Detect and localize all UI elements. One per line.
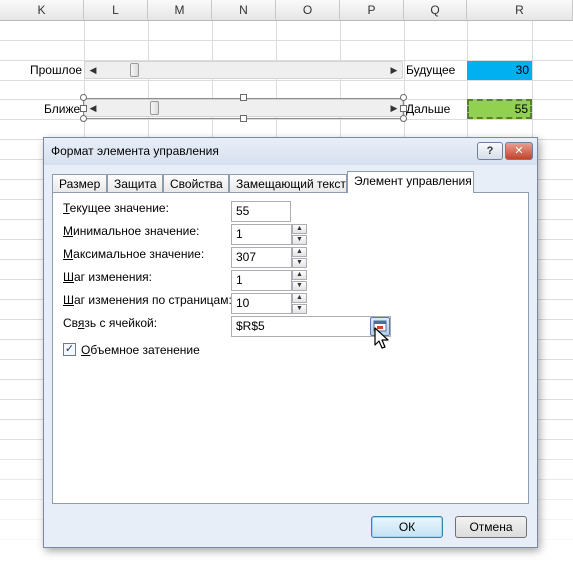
tab-alt-text[interactable]: Замещающий текст — [229, 174, 347, 193]
cancel-button[interactable]: Отмена — [455, 516, 527, 538]
spin-up-icon[interactable]: ▲ — [292, 247, 307, 257]
mouse-pointer-icon — [374, 327, 389, 349]
spin-up-icon[interactable]: ▲ — [292, 224, 307, 234]
tab-size[interactable]: Размер — [52, 174, 107, 193]
step-input[interactable]: 1 — [231, 270, 292, 291]
max-value-stepper[interactable]: ▲ ▼ — [292, 247, 307, 268]
format-control-dialog: Формат элемента управления ? ✕ Размер За… — [43, 137, 538, 548]
grid-line — [0, 40, 573, 41]
scroll-left-arrow-icon[interactable]: ◀ — [85, 62, 101, 78]
cell-r7-copied[interactable]: 55 — [467, 99, 532, 119]
spin-up-icon[interactable]: ▲ — [292, 293, 307, 303]
dialog-title: Формат элемента управления — [51, 144, 219, 158]
column-header-l[interactable]: L — [84, 0, 148, 21]
dialog-titlebar[interactable]: Формат элемента управления ? ✕ — [44, 138, 537, 165]
spin-down-icon[interactable]: ▼ — [292, 304, 307, 314]
spin-up-icon[interactable]: ▲ — [292, 270, 307, 280]
current-value-label: Текущее значение: — [63, 201, 169, 215]
spin-down-icon[interactable]: ▼ — [292, 258, 307, 268]
close-button[interactable]: ✕ — [505, 142, 533, 160]
tab-properties[interactable]: Свойства — [163, 174, 229, 193]
column-header-q[interactable]: Q — [404, 0, 467, 21]
step-stepper[interactable]: ▲ ▼ — [292, 270, 307, 291]
resize-handle[interactable] — [80, 105, 87, 112]
resize-handle[interactable] — [240, 94, 247, 101]
min-value-stepper[interactable]: ▲ ▼ — [292, 224, 307, 245]
tab-protection[interactable]: Защита — [107, 174, 163, 193]
resize-handle[interactable] — [400, 105, 407, 112]
page-step-stepper[interactable]: ▲ ▼ — [292, 293, 307, 314]
resize-handle[interactable] — [80, 115, 87, 122]
cell-k7-near-label[interactable]: Ближе — [44, 102, 80, 116]
grid-line — [0, 80, 573, 81]
spin-down-icon[interactable]: ▼ — [292, 235, 307, 245]
shading-checkbox[interactable]: ✓ — [63, 343, 76, 356]
column-header-p[interactable]: P — [340, 0, 404, 21]
tab-control[interactable]: Элемент управления — [347, 171, 474, 193]
resize-handle[interactable] — [240, 115, 247, 122]
max-value-input[interactable]: 307 — [231, 247, 292, 268]
page-step-label: Шаг изменения по страницам: — [63, 293, 232, 307]
scrollbar-control-1[interactable]: ◀ ▶ — [84, 61, 403, 79]
grid-line — [0, 559, 573, 560]
column-header-r[interactable]: R — [467, 0, 573, 21]
cell-k5-past-label[interactable]: Прошлое — [30, 63, 82, 77]
spin-down-icon[interactable]: ▼ — [292, 281, 307, 291]
resize-handle[interactable] — [400, 94, 407, 101]
cell-q7-far-label[interactable]: Дальше — [406, 102, 450, 116]
column-header-o[interactable]: O — [276, 0, 340, 21]
shading-label[interactable]: Объемное затенение — [81, 343, 200, 357]
current-value-input[interactable]: 55 — [231, 201, 291, 222]
ok-button[interactable]: ОК — [371, 516, 443, 538]
resize-handle[interactable] — [400, 115, 407, 122]
help-button[interactable]: ? — [477, 142, 503, 160]
min-value-label: Минимальное значение: — [63, 224, 200, 238]
resize-handle[interactable] — [80, 94, 87, 101]
column-header-k[interactable]: K — [0, 0, 84, 21]
min-value-input[interactable]: 1 — [231, 224, 292, 245]
cell-link-input[interactable]: $R$5 — [231, 316, 391, 337]
column-header-m[interactable]: M — [148, 0, 212, 21]
page-step-input[interactable]: 10 — [231, 293, 292, 314]
scroll-right-arrow-icon[interactable]: ▶ — [386, 62, 402, 78]
step-label: Шаг изменения: — [63, 270, 152, 284]
cell-link-label: Связь с ячейкой: — [63, 316, 158, 330]
cell-r5[interactable]: 30 — [467, 61, 532, 80]
column-header-n[interactable]: N — [212, 0, 276, 21]
control-tab-panel: Текущее значение: 55 Минимальное значени… — [52, 192, 529, 504]
max-value-label: Максимальное значение: — [63, 247, 205, 261]
cell-q5-future-label[interactable]: Будущее — [406, 63, 455, 77]
scroll-thumb[interactable] — [130, 63, 139, 77]
